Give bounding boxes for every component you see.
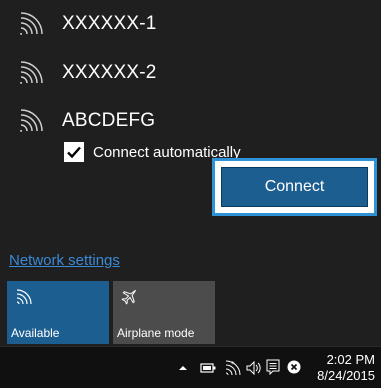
connect-button-highlight: Connect xyxy=(212,158,377,216)
chevron-up-icon[interactable] xyxy=(178,361,188,375)
clock-time: 2:02 PM xyxy=(326,352,375,367)
action-center-icon[interactable] xyxy=(266,358,280,376)
checkmark-icon xyxy=(67,146,81,159)
network-item[interactable]: XXXXXX-1 xyxy=(18,6,157,42)
airplane-icon xyxy=(121,289,137,305)
network-item[interactable]: XXXXXX-2 xyxy=(18,55,157,91)
wifi-quick-action[interactable]: Available xyxy=(7,281,109,344)
network-flyout: XXXXXX-1 XXXXXX-2 ABCDEFG Connect automa… xyxy=(0,0,381,345)
wifi-signal-icon xyxy=(20,12,43,35)
wifi-signal-icon xyxy=(20,61,43,84)
wifi-icon xyxy=(16,289,32,305)
close-circle-icon[interactable] xyxy=(287,360,301,374)
network-ssid: XXXXXX-1 xyxy=(62,13,157,34)
wifi-signal-icon xyxy=(20,109,43,132)
wifi-quick-action-label: Available xyxy=(11,326,60,340)
taskbar: * 2:02 PM 8/24/2015 xyxy=(0,346,381,388)
network-ssid: ABCDEFG xyxy=(62,110,156,131)
clock-date: 8/24/2015 xyxy=(317,368,375,383)
network-settings-link[interactable]: Network settings xyxy=(9,252,120,269)
network-ssid: XXXXXX-2 xyxy=(62,62,157,83)
connect-automatically-checkbox[interactable] xyxy=(64,142,84,162)
svg-text:*: * xyxy=(231,360,235,368)
network-item-selected[interactable]: ABCDEFG xyxy=(18,103,155,139)
wifi-icon[interactable]: * xyxy=(224,360,242,376)
airplane-mode-label: Airplane mode xyxy=(117,326,195,340)
airplane-mode-quick-action[interactable]: Airplane mode xyxy=(113,281,215,344)
clock[interactable]: 2:02 PM 8/24/2015 xyxy=(317,352,375,384)
battery-icon[interactable] xyxy=(200,361,216,375)
connect-button[interactable]: Connect xyxy=(221,167,368,207)
volume-icon[interactable] xyxy=(246,361,262,375)
